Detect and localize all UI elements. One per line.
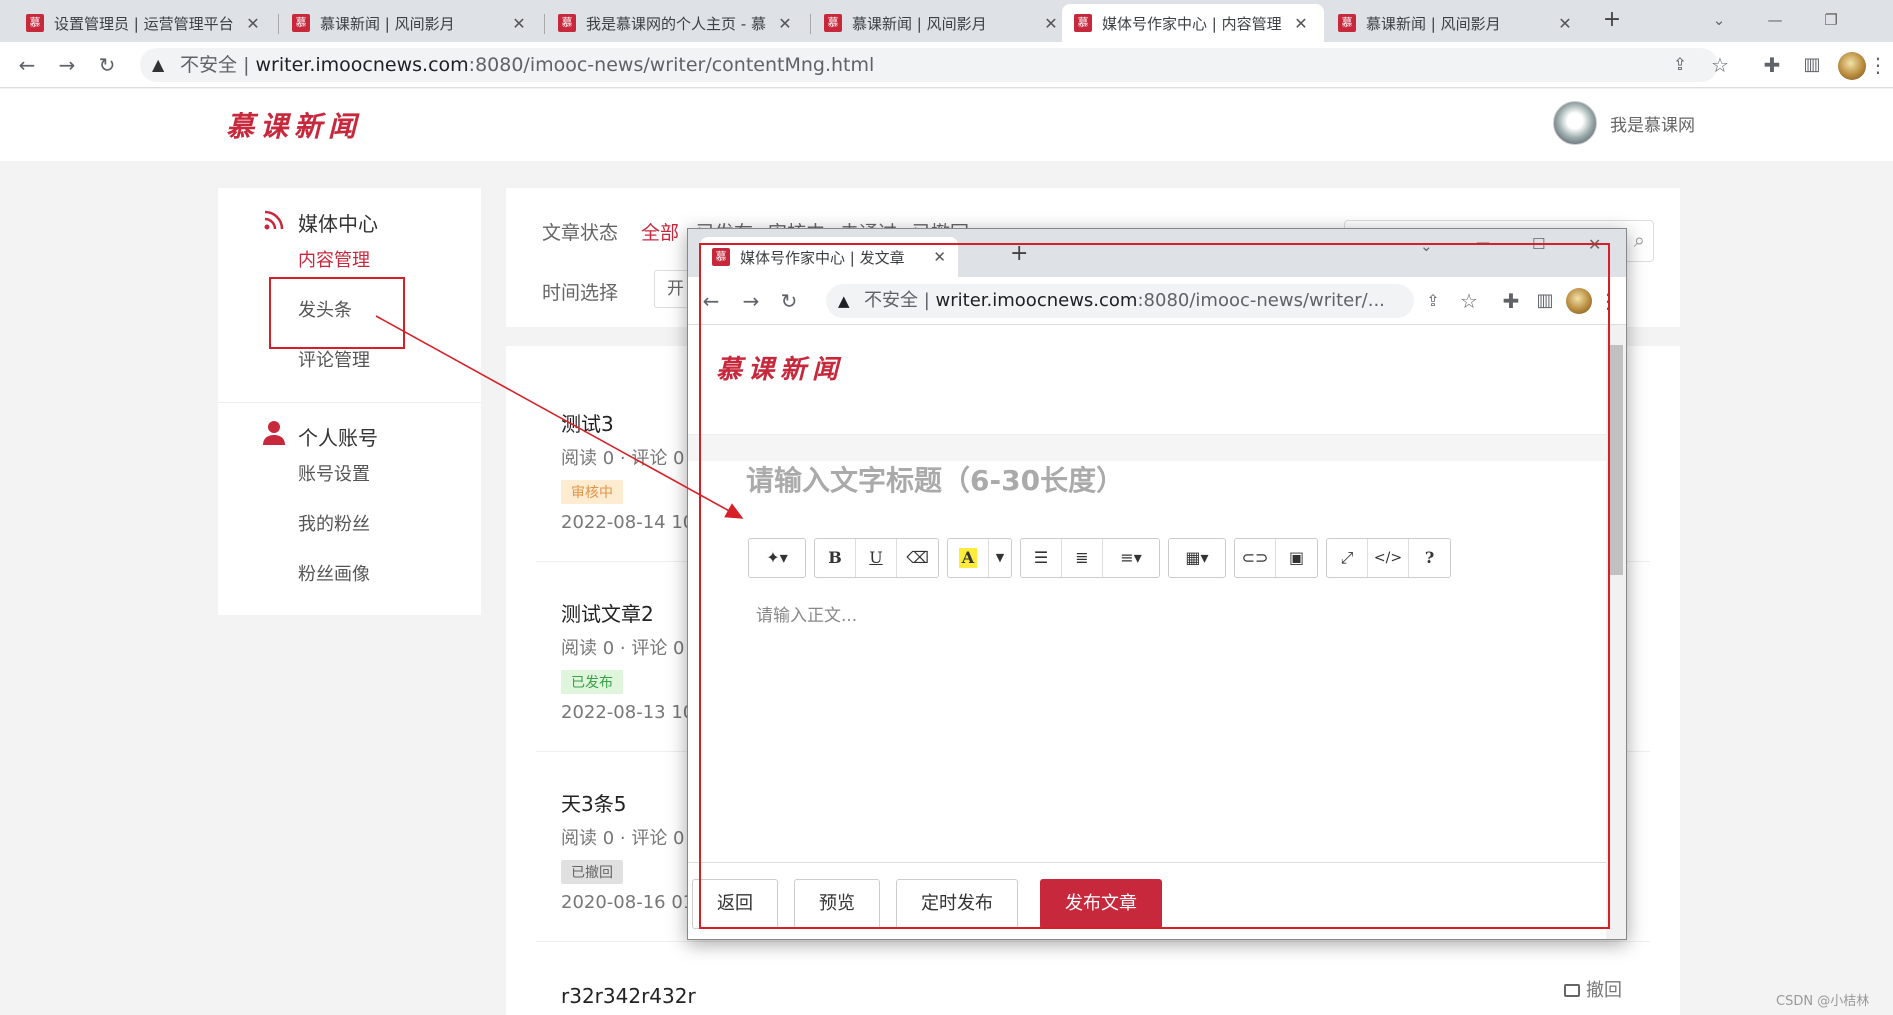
sidebar-item-comment-management[interactable]: 评论管理 [298,346,370,372]
user-name[interactable]: 我是慕课网 [1610,111,1695,136]
tab-title: 慕课新闻 | 风间影月 [1366,14,1501,33]
close-icon[interactable]: ✕ [1290,14,1312,33]
browser-tab-2[interactable]: 慕 慕课新闻 | 风间影月 ✕ [280,4,542,42]
new-tab-button[interactable]: + [1598,6,1626,34]
article-meta: 阅读 0 · 评论 0 [561,828,685,849]
close-icon[interactable]: ✕ [1554,14,1576,33]
status-badge: 已撤回 [561,860,623,884]
warning-icon: ▲ [152,55,165,74]
annotation-box-post-headline [269,277,405,349]
status-option-all[interactable]: 全部 [641,218,679,245]
insecure-label: 不安全 [180,54,238,76]
close-icon[interactable]: ✕ [1040,14,1062,33]
close-icon[interactable]: ✕ [242,14,264,33]
article-title[interactable]: 天3条5 [561,788,626,817]
tab-separator [810,14,811,34]
article-meta: 阅读 0 · 评论 0 [561,448,685,469]
annotation-box-popup [699,243,1610,929]
article-date: 2022-08-13 10: [561,702,701,723]
favicon-icon: 慕 [26,14,44,32]
status-filter-label: 文章状态 [542,222,619,244]
favicon-icon: 慕 [824,14,842,32]
sidebar: 媒体中心 内容管理 发头条 评论管理 个人账号 账号设置 我的粉丝 粉丝画像 [218,188,481,615]
minimize-icon[interactable]: — [1760,6,1790,34]
user-icon [262,420,286,452]
revoke-icon [1564,984,1580,997]
favicon-icon: 慕 [558,14,576,32]
article-meta: 阅读 0 · 评论 0 [561,638,685,659]
article-title[interactable]: 测试3 [561,408,614,437]
list-divider [536,941,1650,942]
profile-avatar[interactable] [1838,52,1866,80]
search-icon[interactable]: ⌕ [1634,228,1645,252]
article-title[interactable]: r32r342r432r [561,984,696,1008]
rss-icon [262,208,286,238]
article-date: 2020-08-16 01: [561,892,701,913]
tab-title: 我是慕课网的个人主页 - 慕 [586,14,766,33]
favicon-icon: 慕 [292,14,310,32]
browser-tab-1[interactable]: 慕 设置管理员 | 运营管理平台 ✕ [14,4,276,42]
revoke-button[interactable]: 撤回 [1564,976,1622,1002]
sidebar-divider [218,402,481,403]
sidebar-item-content-management[interactable]: 内容管理 [298,246,370,272]
watermark: CSDN @小桔林 [1776,994,1870,1009]
user-avatar[interactable] [1553,101,1597,145]
url-divider: | [243,54,256,76]
article-date: 2022-08-14 10: [561,512,701,533]
address-bar[interactable]: ▲ 不安全 | writer.imoocnews.com:8080/imooc-… [140,48,1718,82]
browser-tab-4[interactable]: 慕 慕课新闻 | 风间影月 ✕ [812,4,1074,42]
browser-tabstrip: 慕 设置管理员 | 运营管理平台 ✕ 慕 慕课新闻 | 风间影月 ✕ 慕 我是慕… [0,0,1893,42]
url-path: :8080/imooc-news/writer/contentMng.html [468,54,875,76]
time-filter-label: 时间选择 [542,282,619,304]
restore-icon[interactable]: ❐ [1816,6,1846,34]
site-header: 慕课新闻 我是慕课网 [0,89,1893,161]
sidebar-item-my-fans[interactable]: 我的粉丝 [298,510,370,536]
url-host: writer.imoocnews.com [255,54,469,76]
menu-kebab-icon[interactable]: ⋮ [1868,50,1888,80]
tab-title: 媒体号作家中心 | 内容管理 [1102,14,1282,33]
tab-separator [544,14,545,34]
scrollbar-thumb[interactable] [1609,345,1623,575]
share-icon[interactable]: ⇪ [1665,50,1695,80]
article-title[interactable]: 测试文章2 [561,598,654,627]
tab-separator [278,14,279,34]
browser-tab-5-active[interactable]: 慕 媒体号作家中心 | 内容管理 ✕ [1062,4,1324,42]
status-badge: 审核中 [561,480,623,504]
tab-search-icon[interactable]: ⌄ [1704,6,1734,34]
tab-title: 设置管理员 | 运营管理平台 [54,14,234,33]
personal-account-heading: 个人账号 [298,426,378,450]
sidebar-item-account-settings[interactable]: 账号设置 [298,460,370,486]
star-icon[interactable]: ☆ [1705,50,1735,80]
status-badge: 已发布 [561,670,623,694]
tab-title: 慕课新闻 | 风间影月 [320,14,455,33]
site-logo[interactable]: 慕课新闻 [226,105,362,145]
revoke-label: 撤回 [1586,980,1622,1001]
close-icon[interactable]: ✕ [774,14,796,33]
browser-tab-3[interactable]: 慕 我是慕课网的个人主页 - 慕 ✕ [546,4,808,42]
back-arrow-icon[interactable]: ← [12,50,42,80]
extensions-icon[interactable]: ✚ [1757,50,1787,80]
browser-tab-6[interactable]: 慕 慕课新闻 | 风间影月 ✕ [1326,4,1588,42]
side-panel-icon[interactable]: ▥ [1797,50,1827,80]
tab-title: 慕课新闻 | 风间影月 [852,14,987,33]
forward-arrow-icon[interactable]: → [52,50,82,80]
close-icon[interactable]: ✕ [508,14,530,33]
media-center-heading: 媒体中心 [298,212,378,236]
favicon-icon: 慕 [1338,14,1356,32]
sidebar-item-fan-profile[interactable]: 粉丝画像 [298,560,370,586]
reload-icon[interactable]: ↻ [92,50,122,80]
favicon-icon: 慕 [1074,14,1092,32]
browser-toolbar: ← → ↻ ▲ 不安全 | writer.imoocnews.com:8080/… [0,42,1893,88]
